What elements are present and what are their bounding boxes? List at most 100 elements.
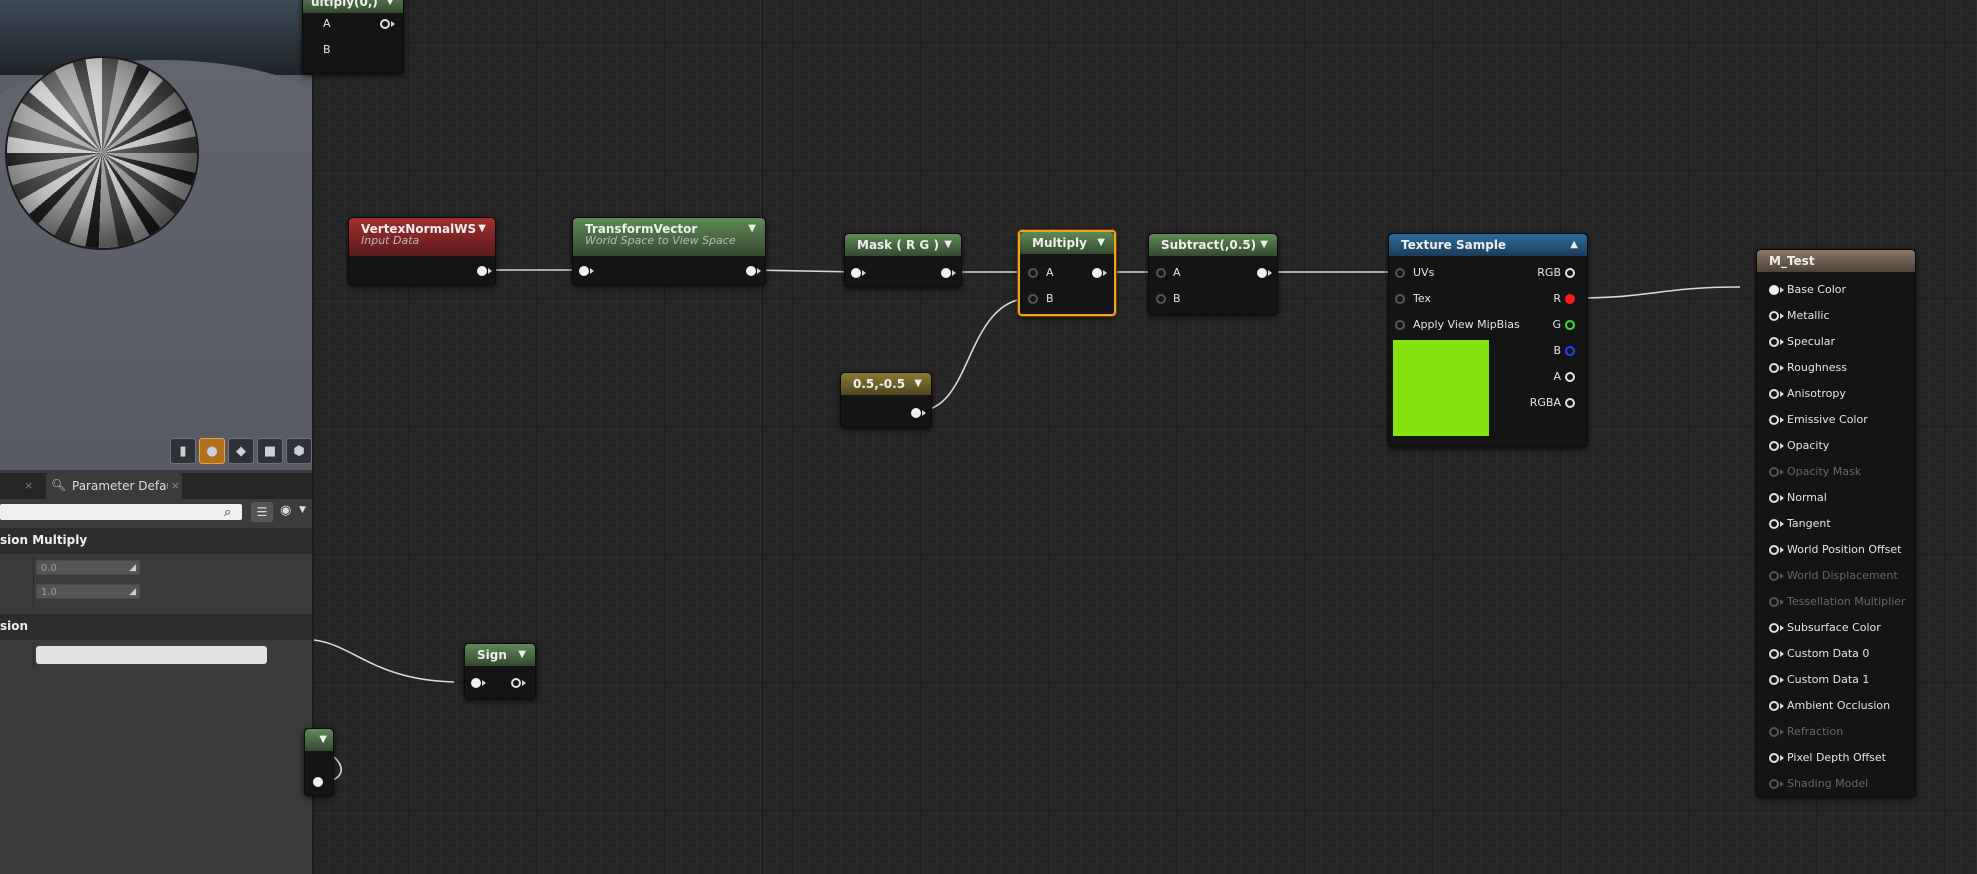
node-mask[interactable]: Mask ( R G ) ▼ <box>844 233 962 287</box>
input-pin-material[interactable] <box>1769 389 1779 399</box>
input-pin-material[interactable] <box>1769 545 1779 555</box>
input-pin[interactable] <box>851 268 861 278</box>
input-pin-material[interactable] <box>1769 623 1779 633</box>
output-pin[interactable] <box>1092 268 1102 278</box>
output-pin[interactable] <box>511 678 521 688</box>
pin-label-b: B <box>323 43 331 56</box>
input-pin[interactable] <box>471 678 481 688</box>
input-pin-material[interactable] <box>1769 441 1779 451</box>
close-icon[interactable]: × <box>171 479 180 492</box>
input-pin-material[interactable] <box>1769 519 1779 529</box>
search-input[interactable] <box>0 504 242 520</box>
sphere-icon[interactable]: ● <box>199 438 225 464</box>
input-pin-material[interactable] <box>1769 649 1779 659</box>
node-header: ultiply(0,) ▼ <box>303 0 403 13</box>
node-offscreen[interactable]: ▼ <box>304 728 334 796</box>
chevron-down-icon[interactable]: ▼ <box>1260 234 1268 256</box>
node-multiply-top[interactable]: ultiply(0,) ▼ A B <box>302 0 404 74</box>
chevron-down-icon[interactable]: ▼ <box>944 234 952 256</box>
pin-arrow <box>1268 270 1272 276</box>
preview-viewport[interactable]: ▮ ● ◆ ■ ⬢ <box>0 0 312 470</box>
output-pin[interactable] <box>313 777 323 787</box>
pin-arrow <box>952 270 956 276</box>
material-pin-label: Ambient Occlusion <box>1787 699 1891 712</box>
input-pin-mipbias[interactable] <box>1395 320 1405 330</box>
input-pin-material[interactable] <box>1769 363 1779 373</box>
input-pin-material[interactable] <box>1769 285 1779 295</box>
output-pin-g[interactable] <box>1565 320 1575 330</box>
cylinder-icon[interactable]: ▮ <box>170 438 196 464</box>
chevron-down-icon[interactable]: ▼ <box>518 644 526 666</box>
output-pin-rgb[interactable] <box>1565 268 1575 278</box>
input-pin-a[interactable] <box>1028 268 1038 278</box>
input-pin-a[interactable] <box>1156 268 1166 278</box>
node-constant2vector[interactable]: 0.5,-0.5 ▼ <box>840 372 932 428</box>
input-pin-b[interactable] <box>1156 294 1166 304</box>
list-view-icon[interactable]: ☰ <box>251 502 273 522</box>
input-pin-uvs[interactable] <box>1395 268 1405 278</box>
node-transform-vector[interactable]: TransformVector ▼ World Space to View Sp… <box>572 217 766 285</box>
pin-arrow <box>1780 469 1784 475</box>
input-pin-material[interactable] <box>1769 493 1779 503</box>
input-pin-material[interactable] <box>1769 675 1779 685</box>
output-pin[interactable] <box>746 266 756 276</box>
output-pin-b[interactable] <box>1565 346 1575 356</box>
output-pin[interactable] <box>380 19 390 29</box>
node-texture-sample[interactable]: Texture Sample ▲ UVs Tex Apply View MipB… <box>1388 233 1588 447</box>
eye-icon[interactable]: ◉ <box>280 503 291 518</box>
chevron-down-icon[interactable]: ▼ <box>914 373 922 395</box>
pin-arrow <box>488 268 492 274</box>
pin-label-b: B <box>1553 344 1561 357</box>
custom-mesh-icon[interactable]: ⬢ <box>286 438 312 464</box>
input-pin-material[interactable] <box>1769 597 1779 607</box>
pin-arrow <box>522 680 526 686</box>
tab-parameter-defaults[interactable]: 🔍︎ Parameter Defaults × <box>46 473 182 499</box>
output-pin[interactable] <box>911 408 921 418</box>
input-pin-material[interactable] <box>1769 701 1779 711</box>
output-pin-rgba[interactable] <box>1565 398 1575 408</box>
input-pin-material[interactable] <box>1769 337 1779 347</box>
plane-icon[interactable]: ◆ <box>228 438 254 464</box>
cube-icon[interactable]: ■ <box>257 438 283 464</box>
node-sign[interactable]: Sign ▼ <box>464 643 536 699</box>
chevron-down-icon[interactable]: ▼ <box>299 505 306 515</box>
pin-arrow <box>1103 270 1107 276</box>
chevron-down-icon[interactable]: ▼ <box>748 218 756 240</box>
property-row-const-a: 0.0 ◢ <box>0 556 312 582</box>
const-a-field[interactable]: 0.0 ◢ <box>36 560 140 575</box>
chevron-down-icon[interactable]: ▼ <box>1097 232 1105 254</box>
input-pin-material[interactable] <box>1769 467 1779 477</box>
input-pin-b[interactable] <box>1028 294 1038 304</box>
input-pin-material[interactable] <box>1769 727 1779 737</box>
input-pin-material[interactable] <box>1769 311 1779 321</box>
node-vertex-normal-ws[interactable]: VertexNormalWS ▼ Input Data <box>348 217 496 285</box>
node-material-result[interactable]: M_Test Base Color Metallic Specular Roughne… <box>1756 249 1916 797</box>
input-pin[interactable] <box>579 266 589 276</box>
input-pin-material[interactable] <box>1769 415 1779 425</box>
output-pin[interactable] <box>941 268 951 278</box>
resize-grip-icon: ◢ <box>129 563 136 573</box>
prev-tab-close-icon[interactable]: × <box>24 479 33 492</box>
property-gutter <box>33 642 34 668</box>
chevron-up-icon[interactable]: ▲ <box>1570 234 1578 256</box>
desc-input[interactable] <box>36 646 267 664</box>
node-multiply[interactable]: Multiply ▼ A B <box>1018 230 1116 316</box>
material-graph[interactable]: ultiply(0,) ▼ A B VertexNormalWS ▼ Input… <box>302 0 1977 874</box>
search-icon[interactable]: ⌕ <box>224 505 231 520</box>
output-pin[interactable] <box>477 266 487 276</box>
node-subtract[interactable]: Subtract(,0.5) ▼ A B <box>1148 233 1278 315</box>
pin-label-b: B <box>1046 292 1054 305</box>
input-pin-tex[interactable] <box>1395 294 1405 304</box>
output-pin-r[interactable] <box>1565 294 1575 304</box>
output-pin-a[interactable] <box>1565 372 1575 382</box>
chevron-down-icon[interactable]: ▼ <box>478 218 486 240</box>
input-pin-material[interactable] <box>1769 571 1779 581</box>
chevron-down-icon[interactable]: ▼ <box>386 0 394 13</box>
const-b-field[interactable]: 1.0 ◢ <box>36 584 140 599</box>
chevron-down-icon[interactable]: ▼ <box>319 729 327 751</box>
category-expression-multiply[interactable]: sion Multiply <box>0 528 312 554</box>
output-pin[interactable] <box>1257 268 1267 278</box>
input-pin-material[interactable] <box>1769 779 1779 789</box>
input-pin-material[interactable] <box>1769 753 1779 763</box>
category-expression[interactable]: sion <box>0 614 312 640</box>
